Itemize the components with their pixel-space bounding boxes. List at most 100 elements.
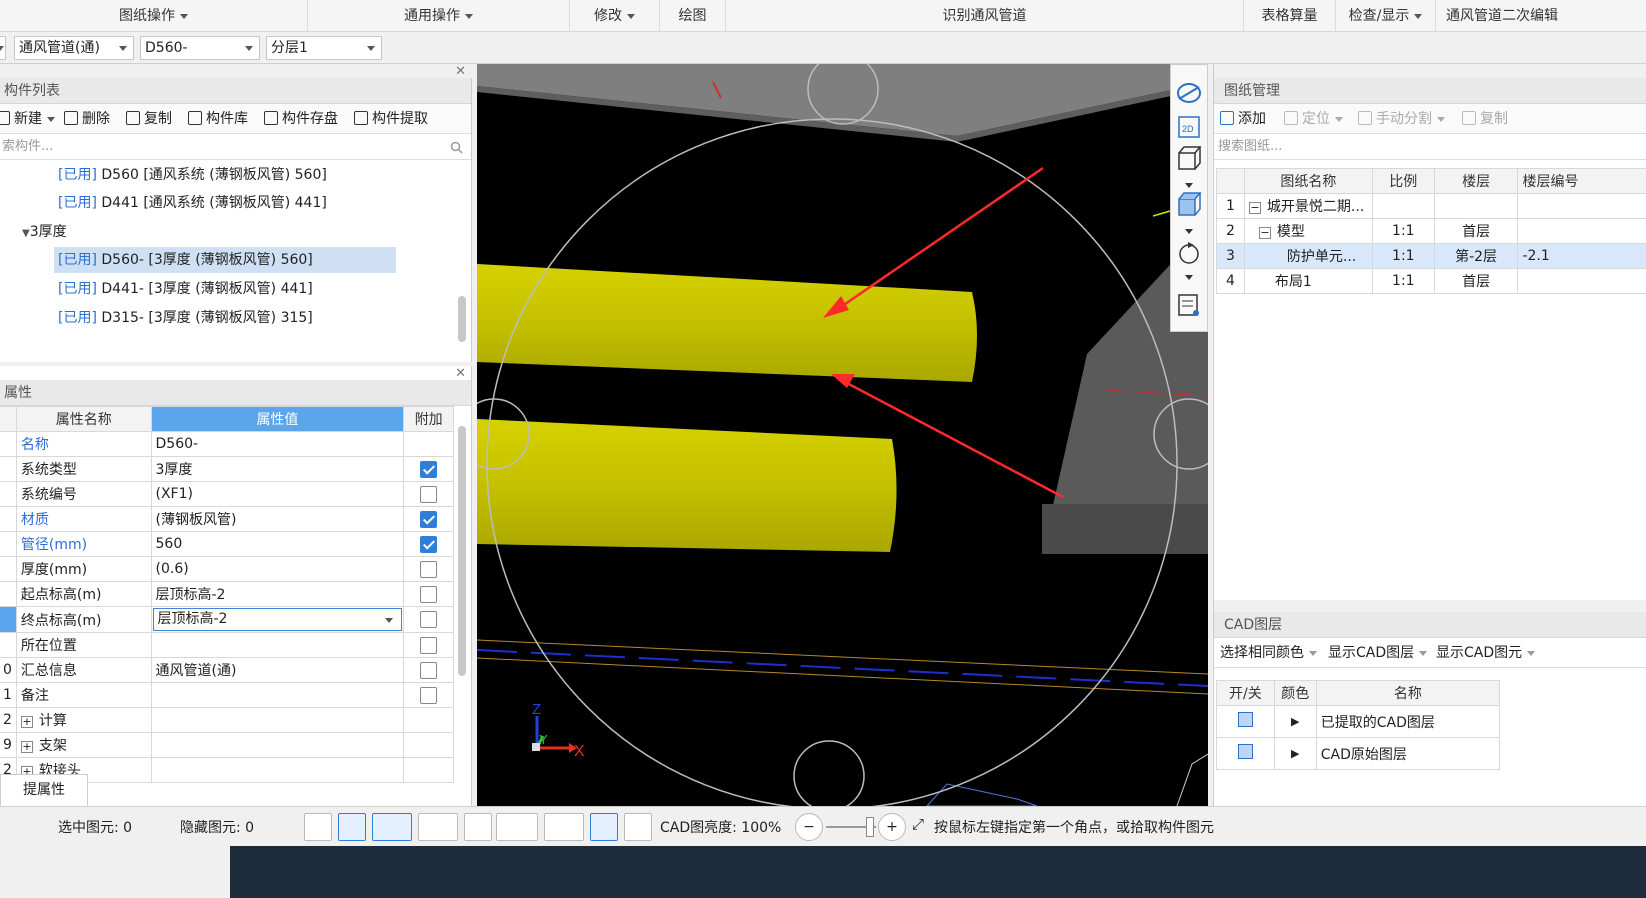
hidden-count: 隐藏图元: 0 [180, 820, 255, 836]
duct-pipe-upper[interactable] [477, 264, 977, 382]
3d-viewport[interactable]: X Z Y [477, 64, 1208, 806]
drawing-search[interactable]: 搜索图纸... [1214, 134, 1646, 160]
checkbox[interactable] [420, 661, 438, 679]
save-component-button[interactable]: 构件存盘 [264, 108, 338, 130]
show-cad-element-button[interactable]: 显示CAD图元 [1436, 642, 1536, 664]
header-floor: 楼层 [1433, 168, 1519, 194]
menu-draw[interactable]: 绘图 [660, 0, 726, 32]
view-cube-button[interactable] [418, 813, 458, 841]
menu-table-calc[interactable]: 表格算量 [1244, 0, 1336, 32]
show-cad-layer-button[interactable]: 显示CAD图层 [1328, 642, 1428, 664]
header-toggle: 开/关 [1216, 680, 1275, 706]
properties-view-icon[interactable] [1178, 294, 1199, 316]
checkbox[interactable] [420, 535, 438, 553]
offset-button[interactable] [544, 813, 584, 841]
3d-view-icon[interactable] [1178, 146, 1202, 170]
2d-view-icon[interactable]: 2D [1178, 116, 1200, 138]
new-icon [0, 111, 10, 125]
close-icon[interactable]: ✕ [455, 366, 466, 381]
layer-toggle-checkbox[interactable] [1237, 712, 1253, 727]
menu-check-display[interactable]: 检查/显示 [1336, 0, 1436, 32]
brightness-slider-thumb[interactable] [866, 817, 874, 837]
orbit-handle-bottom[interactable] [793, 740, 865, 806]
component-search[interactable]: 索构件... [0, 134, 471, 160]
checkbox[interactable] [420, 485, 438, 503]
end-elevation-dropdown[interactable]: 层顶标高-2 [152, 608, 403, 631]
checkbox[interactable] [420, 510, 438, 528]
tree-item[interactable]: [已用] D560 [通风系统 (薄钢板风管) 560] [58, 162, 327, 188]
extract-properties-button[interactable]: 提属性 [0, 774, 88, 806]
select-mode-button[interactable] [372, 813, 412, 841]
cad-line [477, 657, 1208, 695]
select-same-color-button[interactable]: 选择相同颜色 [1220, 642, 1317, 664]
checkbox[interactable] [420, 585, 438, 603]
tree-scrollbar[interactable] [458, 296, 466, 342]
zoom-in-button[interactable]: + [878, 813, 906, 841]
copy-button[interactable]: 复制 [126, 108, 172, 130]
expand-icon[interactable]: + [20, 741, 33, 753]
table-row[interactable]: 1− 城开景悦二期... [1216, 193, 1646, 219]
header-drawing-name: 图纸名称 [1243, 168, 1373, 194]
menu-modify[interactable]: 修改 [570, 0, 660, 32]
axis-z-label: Z [532, 701, 541, 718]
tree-item[interactable]: [已用] D315- [3厚度 (薄钢板风管) 315] [58, 305, 313, 331]
zoom-out-button[interactable]: − [795, 813, 823, 841]
checkbox[interactable] [420, 611, 438, 628]
layer-select[interactable]: 分层1 [266, 36, 382, 60]
checkbox[interactable] [420, 636, 438, 654]
library-button[interactable]: 构件库 [188, 108, 248, 130]
add-drawing-button[interactable]: 添加 [1220, 108, 1266, 130]
header-prop-value: 属性值 [150, 406, 405, 432]
menu-general-ops[interactable]: 通用操作 [308, 0, 570, 32]
locate-icon [1284, 111, 1298, 125]
rotate-icon[interactable] [1179, 242, 1199, 264]
cross-button[interactable] [464, 813, 492, 841]
menu-identify-duct[interactable]: 识别通风管道 [726, 0, 1244, 32]
tree-item[interactable]: [已用] D441 [通风系统 (薄钢板风管) 441] [58, 190, 327, 216]
type-select[interactable]: 通风管道(通) [14, 36, 134, 60]
collapse-icon[interactable]: − [1248, 202, 1261, 214]
display-button[interactable] [590, 813, 618, 841]
chevron-down-icon[interactable] [1185, 275, 1193, 280]
orbit-icon[interactable] [1177, 83, 1201, 103]
checkbox[interactable] [420, 686, 438, 704]
copy-drawing-button[interactable]: 复制 [1462, 108, 1508, 130]
ortho-button[interactable] [338, 813, 366, 841]
table-row: 0 汇总信息 通风管道(通) [0, 657, 454, 683]
properties-scrollbar[interactable] [458, 426, 466, 676]
new-button[interactable]: 新建 [0, 108, 55, 130]
copy-icon [126, 111, 140, 125]
extract-component-button[interactable]: 构件提取 [354, 108, 428, 130]
drawing-mgmt-title: 图纸管理 [1214, 78, 1646, 104]
checkbox[interactable] [420, 560, 438, 578]
table-row-selected[interactable]: 3 防护单元... 1:1 第-2层 -2.1 [1216, 243, 1646, 269]
trace-button[interactable] [624, 813, 652, 841]
layer-toggle-checkbox[interactable] [1237, 744, 1253, 759]
expand-icon[interactable]: + [20, 716, 33, 728]
duct-pipe-lower[interactable] [477, 419, 897, 552]
taskbar [0, 846, 1646, 898]
checkbox[interactable] [420, 460, 438, 478]
component-select[interactable]: D560- [140, 36, 260, 60]
angle-button[interactable] [496, 813, 538, 841]
play-icon: ▶ [1273, 737, 1317, 770]
chevron-down-icon[interactable] [1185, 229, 1193, 234]
collapse-icon[interactable]: − [1258, 227, 1271, 239]
table-row[interactable]: 2− 模型 1:1 首层 [1216, 218, 1646, 244]
close-icon[interactable]: ✕ [455, 64, 466, 79]
manual-split-button[interactable]: 手动分割 [1358, 108, 1445, 130]
tree-item[interactable]: [已用] D441- [3厚度 (薄钢板风管) 441] [58, 276, 313, 302]
grid-snap-button[interactable] [304, 813, 332, 841]
locate-button[interactable]: 定位 [1284, 108, 1343, 130]
tree-group-3-thickness[interactable]: ▼3厚度 [22, 219, 67, 245]
solid-view-icon[interactable] [1178, 192, 1202, 216]
tree-item-selected[interactable]: [已用] D560- [3厚度 (薄钢板风管) 560] [54, 247, 396, 273]
menu-secondary-edit[interactable]: 通风管道二次编辑 [1436, 0, 1646, 32]
viewport-canvas[interactable]: X Z Y [477, 64, 1208, 806]
delete-button[interactable]: 删除 [64, 108, 110, 130]
table-row[interactable]: 4 布局1 1:1 首层 [1216, 268, 1646, 294]
library-icon [188, 111, 202, 125]
chevron-down-icon[interactable] [1185, 183, 1193, 188]
combo-left-stub[interactable] [0, 36, 6, 60]
menu-drawing-ops[interactable]: 图纸操作 [0, 0, 308, 32]
